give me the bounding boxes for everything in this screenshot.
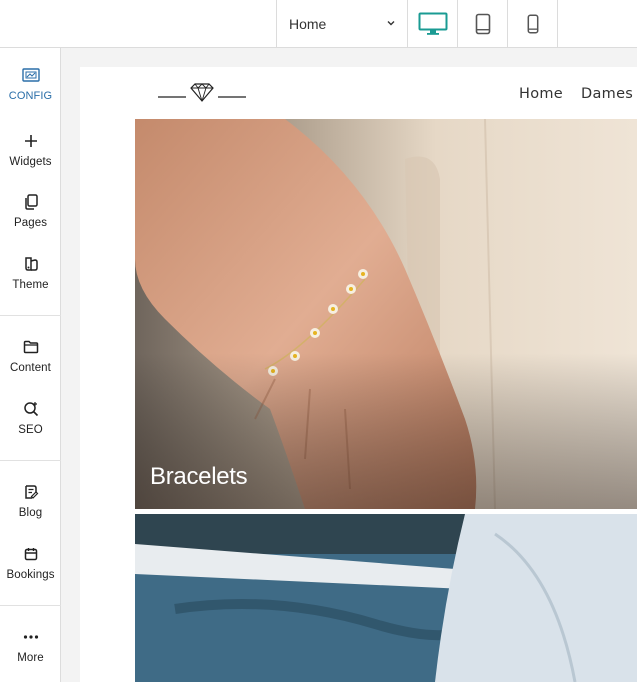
site-preview-canvas[interactable]: Home Dames Bracelets <box>80 67 637 682</box>
sidebar-divider <box>0 460 61 461</box>
page-select-value: Home <box>289 16 327 32</box>
sidebar-item-seo[interactable]: SEO <box>0 400 61 436</box>
sidebar-divider <box>0 605 61 606</box>
plus-icon <box>22 132 40 150</box>
sidebar-item-pages[interactable]: Pages <box>0 193 61 229</box>
blog-icon <box>22 483 40 501</box>
sidebar-item-label: Theme <box>12 279 49 291</box>
folder-icon <box>22 338 40 356</box>
hero-photo <box>135 119 637 509</box>
diamond-logo[interactable] <box>158 81 246 103</box>
sidebar-item-config[interactable]: CONFIG <box>0 66 61 102</box>
sidebar-item-label: More <box>17 652 44 664</box>
calendar-icon <box>22 545 40 563</box>
page-select[interactable]: Home <box>276 0 408 48</box>
site-header: Home Dames <box>80 67 637 119</box>
more-icon <box>22 628 40 646</box>
seo-icon <box>22 400 40 418</box>
sidebar-item-content[interactable]: Content <box>0 338 61 374</box>
sidebar-item-theme[interactable]: Theme <box>0 255 61 291</box>
sidebar-item-label: CONFIG <box>8 90 53 102</box>
tablet-view-button[interactable] <box>458 0 508 48</box>
sidebar-item-more[interactable]: More <box>0 628 61 664</box>
desktop-icon <box>418 12 447 35</box>
left-sidebar: CONFIG Widgets Pages Theme Content SEO B… <box>0 48 61 682</box>
sidebar-divider <box>0 315 61 316</box>
sidebar-item-label: Pages <box>13 217 48 229</box>
pages-icon <box>22 193 40 211</box>
tablet-icon <box>475 13 490 35</box>
sidebar-item-label: Content <box>10 362 51 374</box>
theme-icon <box>22 255 40 273</box>
sidebar-item-label: Bookings <box>6 569 55 581</box>
mobile-view-button[interactable] <box>508 0 558 48</box>
sidebar-item-label: Blog <box>18 507 43 519</box>
nav-link-dames[interactable]: Dames <box>581 86 633 102</box>
sidebar-item-widgets[interactable]: Widgets <box>0 132 61 168</box>
top-toolbar: Home <box>0 0 637 48</box>
hero-title: Bracelets <box>150 463 248 490</box>
sidebar-item-blog[interactable]: Blog <box>0 483 61 519</box>
second-section-image[interactable] <box>135 514 637 682</box>
config-icon <box>21 66 40 84</box>
hero-image-bracelets[interactable]: Bracelets <box>135 119 637 509</box>
chevron-down-icon <box>387 21 395 26</box>
desktop-view-button[interactable] <box>408 0 458 48</box>
sidebar-item-bookings[interactable]: Bookings <box>0 545 61 581</box>
sidebar-item-label: Widgets <box>9 156 52 168</box>
nav-link-home[interactable]: Home <box>519 86 563 102</box>
sidebar-item-label: SEO <box>18 424 43 436</box>
second-photo <box>135 514 637 682</box>
mobile-icon <box>527 14 538 34</box>
